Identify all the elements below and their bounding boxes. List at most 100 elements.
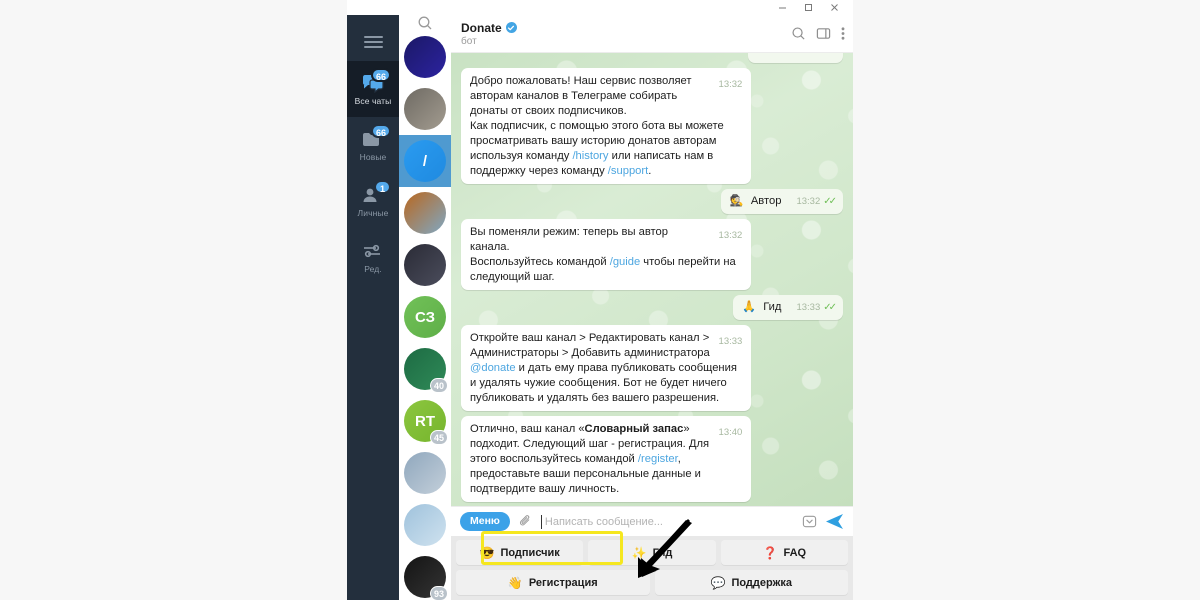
- message-composer: Меню: [451, 506, 853, 536]
- message-row: 13:40 Отлично, ваш канал «Словарный запас…: [461, 416, 843, 502]
- chat-avatar-person-hat[interactable]: [399, 83, 451, 135]
- keyboard-button-label: Поддержка: [731, 576, 792, 589]
- avatar: [404, 504, 446, 546]
- read-ticks-icon: ✓✓: [823, 196, 837, 207]
- conversation-title-block: Donate бот: [461, 21, 791, 47]
- msg-register-prompt[interactable]: 13:40 Отлично, ваш канал «Словарный запас…: [461, 416, 752, 502]
- folder-label: Личные: [357, 207, 389, 218]
- keyboard-button-label: Подписчик: [500, 546, 560, 559]
- chat-avatar-donate-bot[interactable]: /: [399, 135, 451, 187]
- msg-guide[interactable]: 🙏 Гид 13:33 ✓✓: [733, 295, 843, 320]
- avatar: СЗ: [404, 296, 446, 338]
- message-row: 13:32 Добро пожаловать! Наш сервис позвол…: [461, 68, 843, 184]
- folder-all-chats[interactable]: 66 Все чаты: [347, 61, 399, 117]
- conversation-header: Donate бот: [451, 15, 853, 53]
- message-text: /start: [757, 53, 782, 58]
- message-time: 13:32: [796, 196, 821, 207]
- search-icon[interactable]: [399, 15, 451, 31]
- close-icon[interactable]: [821, 0, 847, 15]
- chats-icon: 66: [360, 67, 391, 95]
- chat-avatar-boat[interactable]: [399, 187, 451, 239]
- folder-edit[interactable]: Ред.: [347, 229, 399, 285]
- chat-avatar-rt[interactable]: RT 45: [399, 395, 451, 447]
- telegram-window: 66 Все чаты 66 Новые 1 Личные Ред. / СЗ …: [347, 0, 853, 600]
- message-text: Вы поменяли режим: теперь вы автор канал…: [470, 226, 736, 283]
- minimize-icon[interactable]: [769, 0, 795, 15]
- kb-registration[interactable]: 👋 Регистрация: [456, 570, 650, 595]
- new-chats-icon: 66: [360, 123, 391, 151]
- keyboard-row: 😎 Подписчик ✨ Гид ❓ FAQ: [456, 540, 848, 565]
- folder-personal[interactable]: 1 Личные: [347, 173, 399, 229]
- chat-avatar-starry[interactable]: [399, 31, 451, 83]
- search-icon[interactable]: [791, 26, 806, 41]
- personal-icon: 1: [360, 179, 391, 207]
- window-body: 66 Все чаты 66 Новые 1 Личные Ред. / СЗ …: [347, 15, 853, 600]
- message-time: 13:32: [718, 230, 743, 241]
- keyboard-button-label: Регистрация: [528, 576, 598, 589]
- emoji-picker-icon[interactable]: [802, 514, 817, 529]
- avatar: [404, 36, 446, 78]
- maximize-icon[interactable]: [795, 0, 821, 15]
- message-row: 13:32 Вы поменяли режим: теперь вы автор …: [461, 219, 843, 290]
- page-title: Donate: [461, 21, 791, 35]
- kb-guide[interactable]: ✨ Гид: [588, 540, 716, 565]
- chat-title-text: Donate: [461, 20, 502, 35]
- message-meta: 13:32✓✓: [796, 53, 837, 58]
- msg-start[interactable]: /start 13:32✓✓: [747, 53, 843, 63]
- folders-rail: 66 Все чаты 66 Новые 1 Личные Ред.: [347, 15, 399, 600]
- kb-subscriber[interactable]: 😎 Подписчик: [456, 540, 584, 565]
- message-emoji: 🙏: [742, 301, 757, 313]
- unread-badge: 40: [429, 378, 448, 393]
- keyboard-button-emoji: 😎: [479, 545, 495, 560]
- chat-avatar-sz[interactable]: СЗ: [399, 291, 451, 343]
- message-time: 13:32: [718, 79, 743, 90]
- msg-author[interactable]: 🕵 Автор 13:32 ✓✓: [720, 189, 843, 214]
- keyboard-button-emoji: 💬: [710, 575, 726, 590]
- message-text: Откройте ваш канал > Редактировать канал…: [470, 332, 737, 404]
- avatar-initials: СЗ: [414, 308, 436, 326]
- message-input[interactable]: [544, 515, 794, 528]
- chat-avatar-green-logo[interactable]: 40: [399, 343, 451, 395]
- message-meta: 13:33: [719, 334, 743, 349]
- screenshot-root: 66 Все чаты 66 Новые 1 Личные Ред. / СЗ …: [0, 0, 1200, 600]
- chat-avatar-ship[interactable]: [399, 447, 451, 499]
- message-row: /start 13:32✓✓: [461, 53, 843, 63]
- kb-support[interactable]: 💬 Поддержка: [654, 570, 848, 595]
- message-row: 13:33 Откройте ваш канал > Редактировать …: [461, 325, 843, 411]
- msg-admin-instructions[interactable]: 13:33 Откройте ваш канал > Редактировать …: [461, 325, 752, 411]
- send-icon[interactable]: [825, 513, 844, 530]
- text-caret: [540, 514, 542, 529]
- message-emoji: 🕵: [729, 195, 744, 207]
- window-titlebar: [347, 0, 853, 15]
- avatar: [404, 192, 446, 234]
- message-time: 13:33: [718, 336, 743, 347]
- conversation-pane: Donate бот 13:32 Добро пожаловать! Наш с…: [451, 15, 853, 600]
- message-text: Гид: [763, 301, 782, 313]
- message-time: 13:32: [796, 53, 820, 58]
- read-ticks-icon: ✓✓: [823, 53, 837, 58]
- hamburger-icon[interactable]: [347, 23, 399, 61]
- message-meta: 13:32: [719, 228, 743, 243]
- more-menu-icon[interactable]: [841, 26, 845, 41]
- message-meta: 13:33 ✓✓: [796, 300, 837, 315]
- keyboard-button-emoji: ❓: [762, 545, 778, 560]
- msg-mode-changed[interactable]: 13:32 Вы поменяли режим: теперь вы автор …: [461, 219, 752, 290]
- unread-badge: 45: [429, 430, 448, 445]
- message-time: 13:33: [796, 302, 821, 313]
- folder-new[interactable]: 66 Новые: [347, 117, 399, 173]
- reply-keyboard[interactable]: 😎 Подписчик ✨ Гид ❓ FAQ 👋 Регистрация 💬 Поддержка: [451, 536, 853, 600]
- chat-avatar-flag[interactable]: 93: [399, 551, 451, 600]
- message-list[interactable]: their channels. It helps to collect dona…: [451, 53, 853, 506]
- panel-toggle-icon[interactable]: [816, 26, 831, 41]
- kb-faq[interactable]: ❓ FAQ: [720, 540, 848, 565]
- chat-avatar-whale[interactable]: [399, 499, 451, 551]
- paperclip-icon[interactable]: [518, 514, 533, 529]
- folder-badge: 66: [370, 123, 391, 138]
- chat-list[interactable]: /СЗ40RT459318: [399, 15, 451, 600]
- chat-avatar-dark-photo[interactable]: [399, 239, 451, 291]
- msg-welcome[interactable]: 13:32 Добро пожаловать! Наш сервис позвол…: [461, 68, 752, 184]
- menu-button[interactable]: Меню: [460, 512, 510, 531]
- folder-label: Все чаты: [354, 95, 392, 106]
- unread-badge: 93: [429, 586, 448, 600]
- read-ticks-icon: ✓✓: [823, 302, 837, 313]
